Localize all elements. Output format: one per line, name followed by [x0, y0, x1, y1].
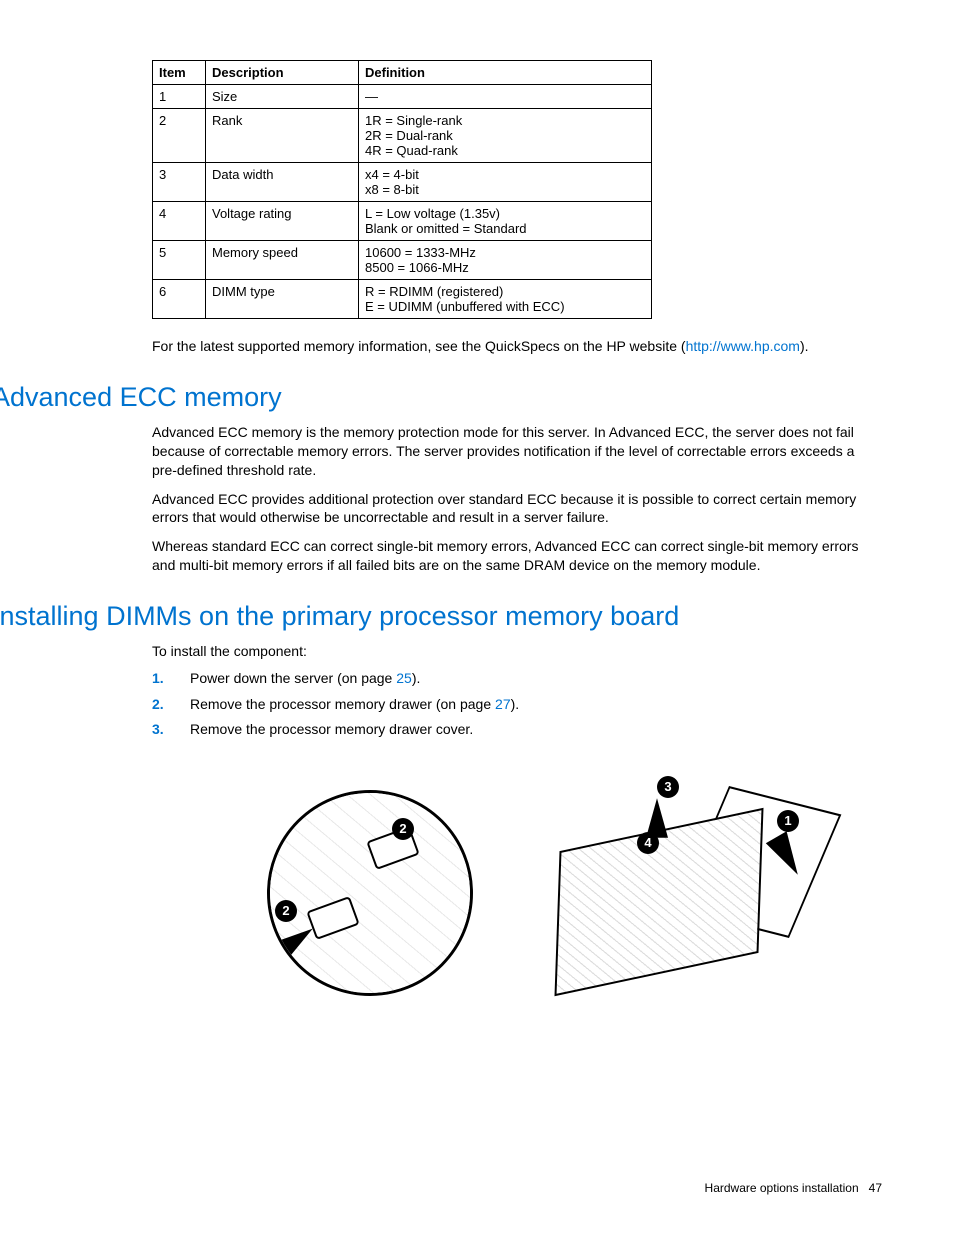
callout-3: 3	[657, 776, 679, 798]
quickspecs-pre: For the latest supported memory informat…	[152, 338, 686, 354]
hp-website-link[interactable]: http://www.hp.com	[686, 338, 800, 354]
dimm-identification-table: Item Description Definition 1Size—2Rank1…	[152, 60, 652, 319]
table-header-description: Description	[206, 61, 359, 85]
quickspecs-post: ).	[800, 338, 809, 354]
table-header-item: Item	[153, 61, 206, 85]
install-intro: To install the component:	[152, 642, 882, 661]
table-row: 4Voltage ratingL = Low voltage (1.35v)Bl…	[153, 202, 652, 241]
cell-definition: 1R = Single-rank2R = Dual-rank4R = Quad-…	[359, 109, 652, 163]
table-row: 1Size—	[153, 85, 652, 109]
cell-item: 3	[153, 163, 206, 202]
step-item: Power down the server (on page 25).	[152, 669, 882, 689]
table-row: 5Memory speed10600 = 1333-MHz8500 = 1066…	[153, 241, 652, 280]
advanced-ecc-p1: Advanced ECC memory is the memory protec…	[152, 423, 882, 480]
drawer-cover-illustration: 1 2 2 3 4	[257, 770, 777, 1010]
advanced-ecc-p2: Advanced ECC provides additional protect…	[152, 490, 882, 528]
cell-item: 2	[153, 109, 206, 163]
heading-installing-dimms: Installing DIMMs on the primary processo…	[0, 601, 882, 632]
step-item: Remove the processor memory drawer (on p…	[152, 695, 882, 715]
cell-definition: x4 = 4-bitx8 = 8-bit	[359, 163, 652, 202]
quickspecs-note: For the latest supported memory informat…	[152, 337, 882, 356]
cell-description: Rank	[206, 109, 359, 163]
callout-2b: 2	[275, 900, 297, 922]
cell-description: Memory speed	[206, 241, 359, 280]
cell-definition: —	[359, 85, 652, 109]
cell-description: Voltage rating	[206, 202, 359, 241]
cell-description: DIMM type	[206, 280, 359, 319]
cell-item: 1	[153, 85, 206, 109]
callout-2a: 2	[392, 818, 414, 840]
table-header-definition: Definition	[359, 61, 652, 85]
cell-definition: 10600 = 1333-MHz8500 = 1066-MHz	[359, 241, 652, 280]
table-row: 6DIMM typeR = RDIMM (registered)E = UDIM…	[153, 280, 652, 319]
page-ref-link[interactable]: 27	[495, 696, 511, 712]
table-row: 3Data widthx4 = 4-bitx8 = 8-bit	[153, 163, 652, 202]
page-ref-link[interactable]: 25	[396, 670, 412, 686]
cell-item: 4	[153, 202, 206, 241]
page-footer: Hardware options installation 47	[705, 1181, 882, 1195]
callout-1: 1	[777, 810, 799, 832]
cell-definition: R = RDIMM (registered)E = UDIMM (unbuffe…	[359, 280, 652, 319]
cell-item: 6	[153, 280, 206, 319]
cell-definition: L = Low voltage (1.35v)Blank or omitted …	[359, 202, 652, 241]
cell-description: Size	[206, 85, 359, 109]
heading-advanced-ecc: Advanced ECC memory	[0, 382, 882, 413]
table-row: 2Rank1R = Single-rank2R = Dual-rank4R = …	[153, 109, 652, 163]
closeup-circle	[267, 790, 473, 996]
footer-section: Hardware options installation	[705, 1181, 859, 1195]
arrow-icon	[646, 798, 668, 838]
cell-description: Data width	[206, 163, 359, 202]
step-item: Remove the processor memory drawer cover…	[152, 720, 882, 740]
footer-page-number: 47	[869, 1181, 882, 1195]
install-steps: Power down the server (on page 25). Remov…	[152, 669, 882, 740]
cell-item: 5	[153, 241, 206, 280]
advanced-ecc-p3: Whereas standard ECC can correct single-…	[152, 537, 882, 575]
